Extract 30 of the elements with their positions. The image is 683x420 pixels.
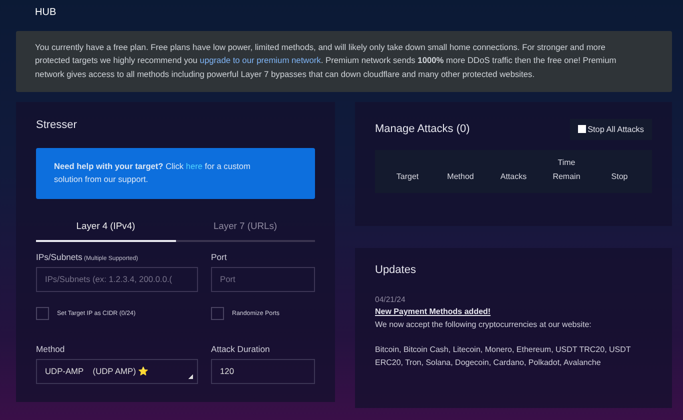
tab[interactable]: Layer 7 (URLs) — [176, 212, 315, 242]
tab[interactable]: Layer 4 (IPv4) — [36, 212, 176, 242]
page-title: HUB — [34, 6, 58, 20]
field-label: IPs/Subnets — [36, 252, 82, 262]
card-title: Manage Attacks (0) — [375, 122, 470, 135]
input-field[interactable]: 120 — [211, 358, 315, 384]
checkbox[interactable] — [578, 125, 586, 134]
update-text: Bitcoin, Bitcoin Cash, Litecoin, Monero, Ethereum, USDT TRC20, USDT ERC20, Tron, Solana, Dogecoin, Cardano, Polkadot, Avalanche — [375, 344, 632, 369]
update-headline[interactable]: New Payment Methods added! — [375, 306, 491, 316]
column-header: Time Remain — [552, 156, 582, 183]
card-title: Stresser — [36, 118, 78, 131]
resize-grip-icon — [188, 374, 193, 379]
method-select[interactable]: UDP-AMP (UDP AMP) ⭐ — [36, 358, 198, 384]
column-header: Attacks — [499, 170, 528, 183]
column-header: Target — [395, 170, 420, 183]
field-label: Port — [211, 252, 227, 262]
stop-all-button[interactable]: Stop All Attacks — [570, 118, 652, 140]
column-header: Method — [446, 170, 475, 183]
link[interactable]: upgrade to our premium network — [200, 55, 321, 66]
card-title: Updates — [375, 264, 417, 276]
column-header: Stop — [610, 170, 629, 183]
checkbox[interactable] — [211, 307, 224, 320]
field-label: Attack Duration — [211, 344, 270, 354]
checkbox[interactable] — [36, 307, 49, 320]
update-text: We now accept the following cryptocurrencies at our website: — [375, 318, 592, 331]
notice-text: You currently have a free plan. Free plans have low power, limited methods, and will likely only take down small home connections. For stronger and more protected targets we highly recommend you upgrade to our premium network. Premium network sends 1000% more DDoS traffic then the free one! Premium network gives access to all methods including powerful Layer 7 bypasses that can down cloudflare and many other protected websites. — [35, 41, 618, 81]
input-field[interactable]: Port — [211, 266, 315, 292]
input-field[interactable]: IPs/Subnets (ex: 1.2.3.4, 200.0.0.( — [36, 266, 198, 292]
help-text: Need help with your target? Click here for a custom solution from our support. — [54, 160, 252, 186]
field-label: Method — [36, 344, 65, 354]
